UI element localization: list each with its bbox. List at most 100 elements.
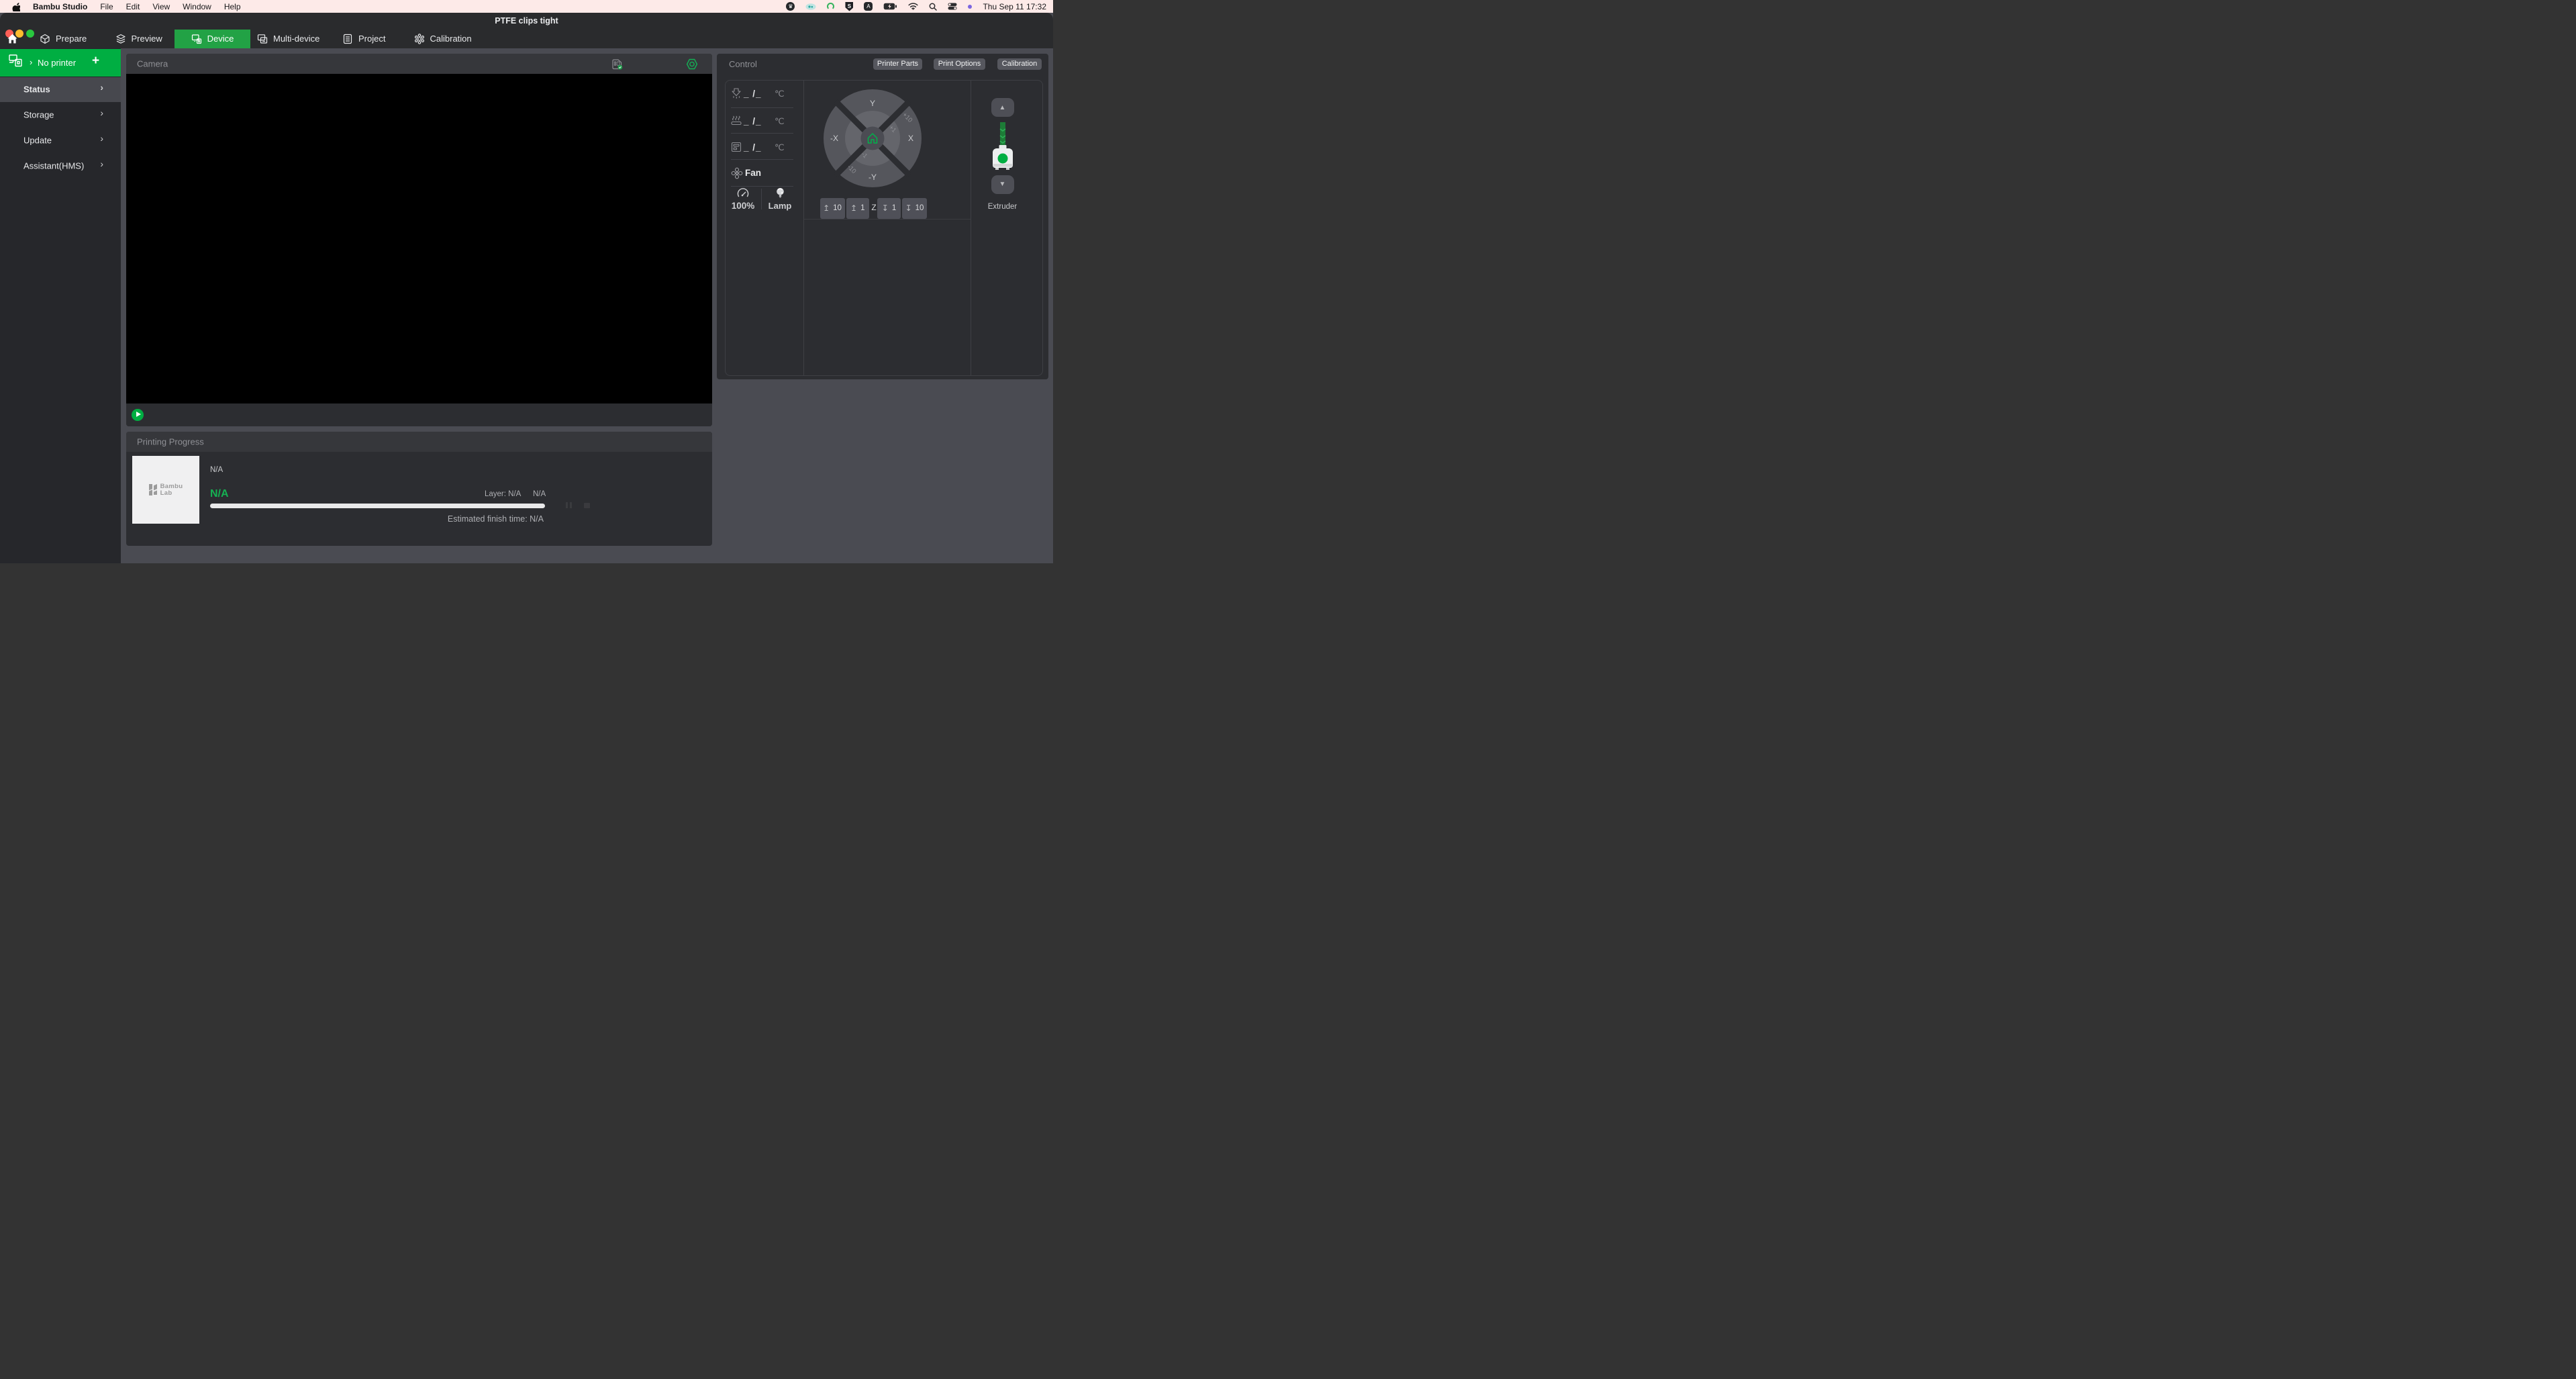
control-title: Control bbox=[729, 59, 757, 69]
search-icon[interactable] bbox=[929, 1, 937, 11]
camera-video-feed bbox=[126, 74, 712, 403]
print-file-name: N/A bbox=[210, 466, 223, 474]
chevron-right-icon: › bbox=[100, 133, 103, 144]
bed-temp-value[interactable]: _ /_ bbox=[744, 116, 762, 126]
tab-label: Calibration bbox=[430, 34, 472, 44]
tab-preview[interactable]: Preview bbox=[111, 30, 167, 48]
menu-item-view[interactable]: View bbox=[152, 2, 170, 11]
add-printer-button[interactable]: + bbox=[92, 54, 99, 68]
extruder-label: Extruder bbox=[976, 203, 1030, 211]
tab-home[interactable] bbox=[3, 30, 21, 48]
window-chrome: PTFE clips tight Prepare Preview Device … bbox=[0, 13, 1053, 48]
chevron-right-icon: › bbox=[100, 158, 103, 169]
a-square-icon[interactable]: A bbox=[864, 2, 873, 11]
print-options-button[interactable]: Print Options bbox=[934, 58, 985, 70]
printer-selector[interactable]: › No printer + bbox=[0, 49, 121, 77]
sdcard-status-icon[interactable] bbox=[611, 59, 624, 70]
sidebar-item-label: Storage bbox=[23, 110, 54, 120]
tab-calibration[interactable]: Calibration bbox=[409, 30, 477, 48]
play-stream-button[interactable] bbox=[132, 409, 144, 421]
nozzle-temp-unit: ℃ bbox=[775, 89, 785, 99]
fan-icon bbox=[731, 167, 743, 179]
triangle-up-icon: ▲ bbox=[999, 104, 1006, 111]
sidebar-item-label: Assistant(HMS) bbox=[23, 161, 84, 171]
menu-item-edit[interactable]: Edit bbox=[126, 2, 140, 11]
bambu-logo-mark bbox=[149, 484, 158, 495]
camera-title: Camera bbox=[137, 59, 168, 69]
nozzle-temp-icon bbox=[731, 88, 742, 99]
row-divider bbox=[731, 159, 793, 160]
camera-panel-header: Camera bbox=[126, 54, 712, 74]
bed-temp-unit: ℃ bbox=[775, 116, 785, 127]
tab-prepare[interactable]: Prepare bbox=[35, 30, 91, 48]
home-icon bbox=[7, 33, 18, 44]
project-document-icon bbox=[342, 34, 353, 44]
printer-parts-button[interactable]: Printer Parts bbox=[873, 58, 922, 70]
pause-print-button[interactable] bbox=[566, 502, 572, 508]
device-monitor-icon bbox=[191, 34, 202, 44]
macos-menu-bar: Bambu Studio File Edit View Window Help … bbox=[0, 0, 1053, 13]
stop-print-button[interactable] bbox=[584, 503, 590, 508]
z-step-label: 1 bbox=[892, 204, 896, 212]
bambu-studio-screen: Bambu Studio File Edit View Window Help … bbox=[0, 0, 1053, 563]
z-axis-label: Z bbox=[871, 203, 878, 212]
sidebar-item-storage[interactable]: Storage › bbox=[0, 103, 121, 128]
tab-label: Multi-device bbox=[273, 34, 319, 44]
z-down-1-button[interactable]: ↧1 bbox=[877, 198, 901, 219]
prepare-cube-icon bbox=[40, 34, 50, 44]
sidebar-item-assistant-hms[interactable]: Assistant(HMS) › bbox=[0, 154, 121, 179]
lamp-icon bbox=[775, 187, 786, 199]
fan-speed-value[interactable]: 100% bbox=[730, 201, 756, 211]
bambu-lab-logo: BambuLab bbox=[149, 483, 183, 497]
menu-app-name[interactable]: Bambu Studio bbox=[33, 2, 87, 11]
sidebar-item-label: Update bbox=[23, 136, 52, 146]
menu-item-help[interactable]: Help bbox=[224, 2, 241, 11]
arrow-up-bar-icon: ↥ bbox=[850, 203, 857, 213]
zoom-window-button[interactable] bbox=[26, 30, 34, 38]
printer-network-icon bbox=[9, 54, 22, 67]
layer-info: Layer: N/A bbox=[485, 490, 521, 498]
assistant-ring-icon[interactable] bbox=[827, 3, 834, 10]
z-down-10-button[interactable]: ↧10 bbox=[902, 198, 927, 219]
menu-clock[interactable]: Thu Sep 11 17:32 bbox=[983, 2, 1046, 11]
control-panel: Control Printer Parts Print Options Cali… bbox=[717, 54, 1048, 379]
apple-menu-icon[interactable] bbox=[12, 1, 20, 11]
camera-settings-hexagon-icon[interactable] bbox=[686, 58, 698, 70]
cloud-users-icon[interactable] bbox=[805, 1, 816, 11]
z-up-10-button[interactable]: ↥10 bbox=[820, 198, 845, 219]
calibration-button[interactable]: Calibration bbox=[997, 58, 1042, 70]
control-center-icon[interactable] bbox=[948, 1, 957, 11]
extruder-retract-button[interactable]: ▲ bbox=[991, 98, 1014, 117]
nozzle-temp-value[interactable]: _ /_ bbox=[744, 89, 762, 99]
tab-label: Project bbox=[358, 34, 385, 44]
window-title: PTFE clips tight bbox=[0, 16, 1053, 26]
lamp-label[interactable]: Lamp bbox=[766, 201, 793, 211]
sidebar-item-update[interactable]: Update › bbox=[0, 128, 121, 153]
fan-lamp-divider bbox=[761, 189, 762, 209]
arrow-up-bar-icon: ↥ bbox=[823, 203, 830, 213]
arrow-down-bar-icon: ↧ bbox=[882, 203, 889, 213]
crown-menubar-icon[interactable]: ♛ bbox=[786, 2, 795, 11]
tab-multi-device[interactable]: Multi-device bbox=[252, 30, 324, 48]
menu-item-window[interactable]: Window bbox=[183, 2, 211, 11]
chamber-temp-unit: ℃ bbox=[775, 142, 785, 153]
home-button[interactable] bbox=[861, 127, 885, 150]
z-step-label: 10 bbox=[833, 204, 842, 212]
printer-name-label: No printer bbox=[38, 58, 76, 68]
sidebar-item-status[interactable]: Status › bbox=[0, 77, 121, 102]
tab-device[interactable]: Device bbox=[175, 30, 250, 48]
tab-project[interactable]: Project bbox=[338, 30, 390, 48]
tab-label: Device bbox=[207, 34, 234, 44]
wifi-icon[interactable] bbox=[908, 1, 918, 11]
printing-progress-header: Printing Progress bbox=[126, 432, 712, 452]
extruder-extrude-button[interactable]: ▼ bbox=[991, 175, 1014, 194]
chamber-temp-value[interactable]: _ /_ bbox=[744, 142, 762, 152]
battery-icon[interactable] bbox=[883, 1, 897, 11]
menu-item-file[interactable]: File bbox=[100, 2, 113, 11]
column-divider bbox=[803, 80, 804, 376]
fan-speed-gauge-icon bbox=[737, 188, 749, 198]
jog-pad: Y -Y X -X +10 +1 -1 -10 bbox=[819, 85, 926, 192]
shield-s-icon[interactable]: S bbox=[845, 2, 853, 11]
z-up-1-button[interactable]: ↥1 bbox=[846, 198, 870, 219]
fan-label[interactable]: Fan bbox=[745, 168, 761, 178]
